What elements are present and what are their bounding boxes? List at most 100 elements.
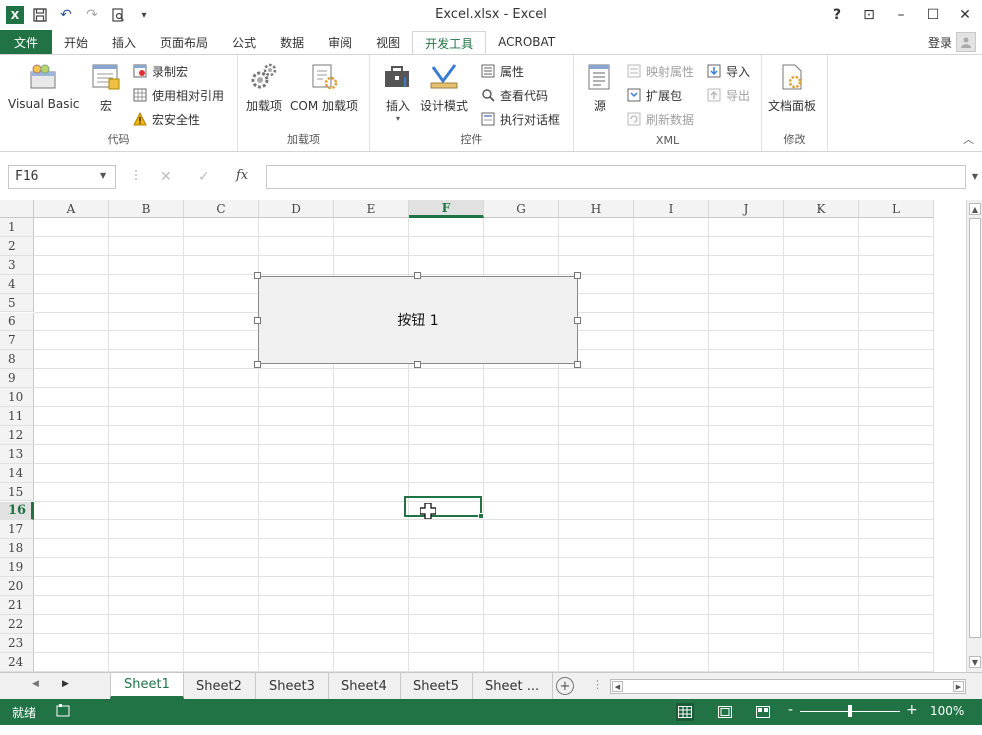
resize-handle[interactable] xyxy=(574,317,581,324)
record-macro-button[interactable]: 录制宏 xyxy=(132,61,188,81)
visual-basic-button[interactable]: Visual Basic xyxy=(8,61,79,111)
relative-reference-button[interactable]: 使用相对引用 xyxy=(132,85,224,105)
row-header[interactable]: 10 xyxy=(0,388,34,407)
resize-handle[interactable] xyxy=(254,272,261,279)
sheet-tab[interactable]: Sheet5 xyxy=(400,673,473,699)
resize-handle[interactable] xyxy=(254,361,261,368)
fill-handle[interactable] xyxy=(478,513,484,519)
tab-acrobat[interactable]: ACROBAT xyxy=(486,30,567,54)
active-cell[interactable] xyxy=(404,496,482,517)
column-header[interactable]: E xyxy=(334,200,409,218)
column-header[interactable]: J xyxy=(709,200,784,218)
tab-home[interactable]: 开始 xyxy=(52,30,100,54)
properties-button[interactable]: 属性 xyxy=(480,61,524,81)
column-header[interactable]: C xyxy=(184,200,259,218)
horizontal-scrollbar[interactable]: ◀ ▶ xyxy=(610,679,966,694)
row-header[interactable]: 15 xyxy=(0,482,34,502)
row-header[interactable]: 22 xyxy=(0,614,34,634)
vertical-scrollbar[interactable]: ▲ ▼ xyxy=(966,200,982,672)
scroll-left-icon[interactable]: ◀ xyxy=(612,681,623,692)
row-header[interactable]: 16 xyxy=(0,501,34,521)
import-button[interactable]: 导入 xyxy=(706,61,750,81)
resize-handle[interactable] xyxy=(254,317,261,324)
tab-splitter-icon[interactable]: ⋮ xyxy=(592,678,603,691)
column-header[interactable]: B xyxy=(109,200,184,218)
row-header[interactable]: 8 xyxy=(0,350,34,370)
prev-sheet-icon[interactable]: ◀ xyxy=(32,679,39,689)
undo-icon[interactable]: ↶ xyxy=(56,5,76,25)
redo-icon[interactable]: ↷ xyxy=(82,5,102,25)
zoom-slider-thumb[interactable] xyxy=(848,705,852,717)
select-all-button[interactable] xyxy=(0,200,34,218)
cancel-entry-icon[interactable]: ✕ xyxy=(160,169,172,185)
xml-source-button[interactable]: 源 xyxy=(584,61,616,114)
sheet-tab[interactable]: Sheet ... xyxy=(472,673,554,699)
row-header[interactable]: 21 xyxy=(0,596,34,615)
scroll-right-icon[interactable]: ▶ xyxy=(953,681,964,692)
ribbon-display-options-button[interactable]: ⊡ xyxy=(858,4,880,26)
row-header[interactable]: 11 xyxy=(0,407,34,426)
column-header[interactable]: I xyxy=(634,200,709,218)
collapse-ribbon-icon[interactable]: ︿ xyxy=(963,131,974,147)
worksheet-grid[interactable]: ABCDEFGHIJKL 1 2 3 4 5 6 7 8 9 10 11 12 13 14 15 16 17 18… xyxy=(0,200,966,672)
row-header[interactable]: 7 xyxy=(0,331,34,351)
close-button[interactable]: ✕ xyxy=(954,4,976,26)
row-header[interactable]: 5 xyxy=(0,293,34,313)
macro-security-button[interactable]: 宏安全性 xyxy=(132,109,200,129)
row-header[interactable]: 12 xyxy=(0,425,34,445)
zoom-level[interactable]: 100% xyxy=(930,704,964,718)
tab-developer[interactable]: 开发工具 xyxy=(412,31,487,55)
row-header[interactable]: 1 xyxy=(0,218,34,237)
formula-input[interactable] xyxy=(266,165,966,189)
row-header[interactable]: 19 xyxy=(0,558,34,578)
row-header[interactable]: 23 xyxy=(0,633,34,653)
tab-file[interactable]: 文件 xyxy=(0,30,53,54)
column-header[interactable]: G xyxy=(484,200,559,218)
page-break-view-button[interactable] xyxy=(754,703,772,721)
row-header[interactable]: 3 xyxy=(0,255,34,275)
tab-data[interactable]: 数据 xyxy=(268,30,316,54)
row-header[interactable]: 4 xyxy=(0,274,34,294)
row-header[interactable]: 6 xyxy=(0,312,34,332)
run-dialog-button[interactable]: 执行对话框 xyxy=(480,109,560,129)
help-button[interactable]: ? xyxy=(826,4,848,26)
com-addins-button[interactable]: COM 加载项 xyxy=(290,61,358,114)
scroll-down-icon[interactable]: ▼ xyxy=(969,656,981,668)
page-layout-view-button[interactable] xyxy=(716,703,734,721)
name-box-dropdown-icon[interactable]: ▼ xyxy=(100,171,106,180)
row-header[interactable]: 24 xyxy=(0,652,34,672)
view-code-button[interactable]: 查看代码 xyxy=(480,85,548,105)
scroll-up-icon[interactable]: ▲ xyxy=(969,203,981,215)
row-header[interactable]: 14 xyxy=(0,463,34,483)
row-header[interactable]: 9 xyxy=(0,369,34,389)
tab-view[interactable]: 视图 xyxy=(364,30,412,54)
sign-in-link[interactable]: 登录 xyxy=(928,34,952,51)
zoom-out-button[interactable]: - xyxy=(788,702,793,718)
column-header[interactable]: A xyxy=(34,200,109,218)
column-header[interactable]: D xyxy=(259,200,334,218)
minimize-button[interactable]: – xyxy=(890,4,912,26)
enter-entry-icon[interactable]: ✓ xyxy=(198,169,210,185)
expansion-packs-button[interactable]: 扩展包 xyxy=(626,85,682,105)
print-preview-icon[interactable] xyxy=(108,5,128,25)
next-sheet-icon[interactable]: ▶ xyxy=(62,679,69,689)
insert-function-button[interactable]: fx xyxy=(236,168,248,183)
sheet-tab[interactable]: Sheet4 xyxy=(328,673,401,699)
row-header[interactable]: 17 xyxy=(0,520,34,540)
addins-button[interactable]: 加载项 xyxy=(246,61,282,114)
macro-record-status-icon[interactable] xyxy=(56,703,72,719)
insert-control-button[interactable]: 插入 ▾ xyxy=(382,61,414,123)
row-header[interactable]: 2 xyxy=(0,236,34,256)
zoom-in-button[interactable]: + xyxy=(906,702,918,718)
column-header[interactable]: H xyxy=(559,200,634,218)
row-header[interactable]: 20 xyxy=(0,577,34,596)
row-header[interactable]: 18 xyxy=(0,539,34,559)
column-header[interactable]: K xyxy=(784,200,859,218)
sheet-tab[interactable]: Sheet3 xyxy=(256,673,329,699)
tab-formulas[interactable]: 公式 xyxy=(220,30,268,54)
row-header[interactable]: 13 xyxy=(0,444,34,464)
sheet-tab[interactable]: Sheet1 xyxy=(110,673,184,699)
avatar[interactable] xyxy=(956,32,976,52)
resize-handle[interactable] xyxy=(574,272,581,279)
column-header[interactable]: F xyxy=(409,200,484,218)
